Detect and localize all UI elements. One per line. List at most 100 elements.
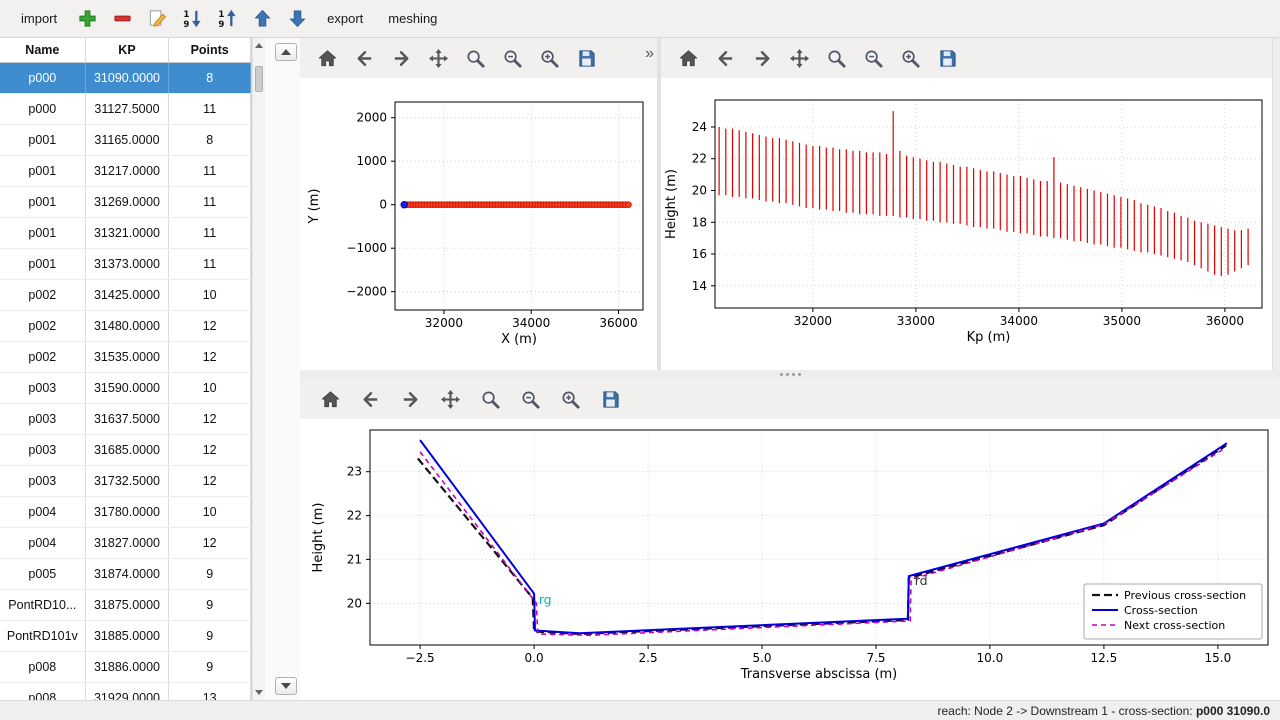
table-body: p00031090.00008p00031127.500011p00131165…: [0, 63, 251, 700]
svg-text:Height (m): Height (m): [664, 169, 679, 239]
forward-button[interactable]: [389, 46, 413, 70]
customize-icon: [900, 48, 921, 69]
customize-button[interactable]: [537, 46, 561, 70]
table-cell: 31827.0000: [86, 528, 170, 558]
table-row[interactable]: p00131217.000011: [0, 156, 251, 187]
right-scroll-strip[interactable]: [1272, 38, 1280, 370]
scrollbar-down-arrow[interactable]: [253, 686, 265, 699]
add-cross-section-button[interactable]: [75, 7, 99, 31]
table-row[interactable]: p00031090.00008: [0, 63, 251, 94]
pan-button[interactable]: [426, 46, 450, 70]
configure-subplots-button[interactable]: [861, 46, 885, 70]
back-button[interactable]: [358, 387, 382, 411]
edit-icon: [147, 8, 168, 29]
table-row[interactable]: p00531874.00009: [0, 559, 251, 590]
sort-ascending-button[interactable]: 19: [215, 7, 239, 31]
edit-cross-section-button[interactable]: [145, 7, 169, 31]
scrollbar-thumb[interactable]: [255, 66, 263, 92]
remove-cross-section-button[interactable]: [110, 7, 134, 31]
table-row[interactable]: p00231480.000012: [0, 311, 251, 342]
meshing-button[interactable]: meshing: [381, 8, 444, 29]
table-cell: 31875.0000: [86, 590, 170, 620]
customize-button[interactable]: [558, 387, 582, 411]
table-row[interactable]: p00331732.500012: [0, 466, 251, 497]
forward-button[interactable]: [750, 46, 774, 70]
back-icon: [360, 389, 381, 410]
table-row[interactable]: p00231425.000010: [0, 280, 251, 311]
plan-view-plot[interactable]: 320003400036000−2000−1000010002000X (m)Y…: [300, 78, 657, 370]
table-row[interactable]: p00031127.500011: [0, 94, 251, 125]
table-cell: p003: [0, 404, 86, 434]
customize-icon: [539, 48, 560, 69]
table-scrollbar[interactable]: [252, 38, 265, 700]
column-header-kp[interactable]: KP: [86, 38, 170, 62]
table-cell: 11: [169, 187, 251, 217]
home-button[interactable]: [315, 46, 339, 70]
table-cell: 13: [169, 683, 251, 700]
plan-view-figure: » 320003400036000−2000−1000010002000X (m…: [300, 38, 657, 370]
table-row[interactable]: p00331637.500012: [0, 404, 251, 435]
horizontal-splitter[interactable]: [300, 370, 1280, 379]
save-button[interactable]: [574, 46, 598, 70]
table-row[interactable]: p00231535.000012: [0, 342, 251, 373]
home-button[interactable]: [318, 387, 342, 411]
cross-section-plot[interactable]: −2.50.02.55.07.510.012.515.020212223Tran…: [300, 419, 1280, 700]
table-row[interactable]: p00131165.00008: [0, 125, 251, 156]
table-row[interactable]: p00331685.000012: [0, 435, 251, 466]
table-cell: 11: [169, 249, 251, 279]
table-row[interactable]: p00131373.000011: [0, 249, 251, 280]
longitudinal-profile-toolbar: [661, 38, 1272, 78]
pan-button[interactable]: [438, 387, 462, 411]
svg-text:2.5: 2.5: [639, 651, 658, 665]
column-header-name[interactable]: Name: [0, 38, 86, 62]
add-icon: [77, 8, 98, 29]
table-row[interactable]: p00131321.000011: [0, 218, 251, 249]
table-row[interactable]: PontRD10...31875.00009: [0, 590, 251, 621]
configure-subplots-button[interactable]: [518, 387, 542, 411]
table-row[interactable]: PontRD101v31885.00009: [0, 621, 251, 652]
pan-button[interactable]: [787, 46, 811, 70]
sort-descending-button[interactable]: 19: [180, 7, 204, 31]
table-cell: 31886.0000: [86, 652, 170, 682]
longitudinal-profile-plot[interactable]: 3200033000340003500036000141618202224Kp …: [661, 78, 1272, 370]
table-cell: 9: [169, 652, 251, 682]
panel-scroll-down-button[interactable]: [275, 677, 297, 695]
status-bar: reach: Node 2 -> Downstream 1 - cross-se…: [0, 700, 1280, 720]
table-cell: p001: [0, 218, 86, 248]
svg-text:9: 9: [183, 20, 189, 29]
export-button[interactable]: export: [320, 8, 370, 29]
scrollbar-up-arrow[interactable]: [253, 39, 265, 52]
customize-button[interactable]: [898, 46, 922, 70]
import-button[interactable]: import: [14, 8, 64, 29]
save-button[interactable]: [935, 46, 959, 70]
zoom-button[interactable]: [824, 46, 848, 70]
table-cell: 31885.0000: [86, 621, 170, 651]
table-cell: 8: [169, 63, 251, 93]
zoom-button[interactable]: [478, 387, 502, 411]
svg-text:20: 20: [347, 596, 362, 610]
home-button[interactable]: [676, 46, 700, 70]
sort-desc-icon: 19: [182, 8, 203, 29]
configure-subplots-button[interactable]: [500, 46, 524, 70]
splitter-dots: [780, 373, 783, 376]
table-row[interactable]: p00431780.000010: [0, 497, 251, 528]
save-button[interactable]: [598, 387, 622, 411]
table-row[interactable]: p00331590.000010: [0, 373, 251, 404]
forward-button[interactable]: [398, 387, 422, 411]
svg-text:20: 20: [692, 184, 707, 198]
svg-text:Transverse abscissa (m): Transverse abscissa (m): [740, 667, 898, 682]
back-button[interactable]: [713, 46, 737, 70]
table-row[interactable]: p00831886.00009: [0, 652, 251, 683]
table-row[interactable]: p00431827.000012: [0, 528, 251, 559]
table-cell: 31165.0000: [86, 125, 170, 155]
move-up-button[interactable]: [250, 7, 274, 31]
zoom-button[interactable]: [463, 46, 487, 70]
column-header-points[interactable]: Points: [169, 38, 251, 62]
panel-scroll-up-button[interactable]: [275, 43, 297, 61]
move-down-button[interactable]: [285, 7, 309, 31]
status-highlight: p000 31090.0: [1196, 704, 1270, 718]
back-button[interactable]: [352, 46, 376, 70]
table-row[interactable]: p00831929.000013: [0, 683, 251, 700]
toolbar-overflow-chevron[interactable]: »: [645, 45, 654, 63]
table-row[interactable]: p00131269.000011: [0, 187, 251, 218]
